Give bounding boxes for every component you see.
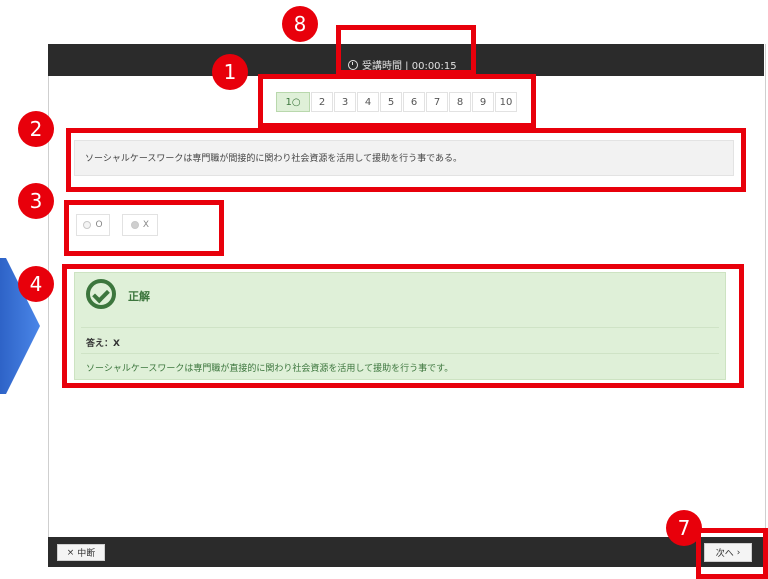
- annotation-badge-2: 2: [18, 111, 54, 147]
- bottom-bar: [48, 537, 764, 567]
- annotation-badge-3: 3: [18, 183, 54, 219]
- close-icon: ×: [66, 547, 75, 558]
- highlight-pager: [258, 74, 536, 128]
- annotation-badge-7: 7: [666, 510, 702, 546]
- annotation-badge-8: 8: [282, 6, 318, 42]
- highlight-timer: [336, 25, 476, 75]
- annotation-badge-1: 1: [212, 54, 248, 90]
- stop-label: 中断: [77, 549, 96, 559]
- highlight-question: [66, 128, 746, 192]
- annotation-badge-4: 4: [18, 266, 54, 302]
- stop-button[interactable]: × 中断: [57, 544, 105, 561]
- highlight-options: [64, 200, 224, 256]
- highlight-result: [62, 264, 744, 388]
- highlight-next: [696, 528, 768, 579]
